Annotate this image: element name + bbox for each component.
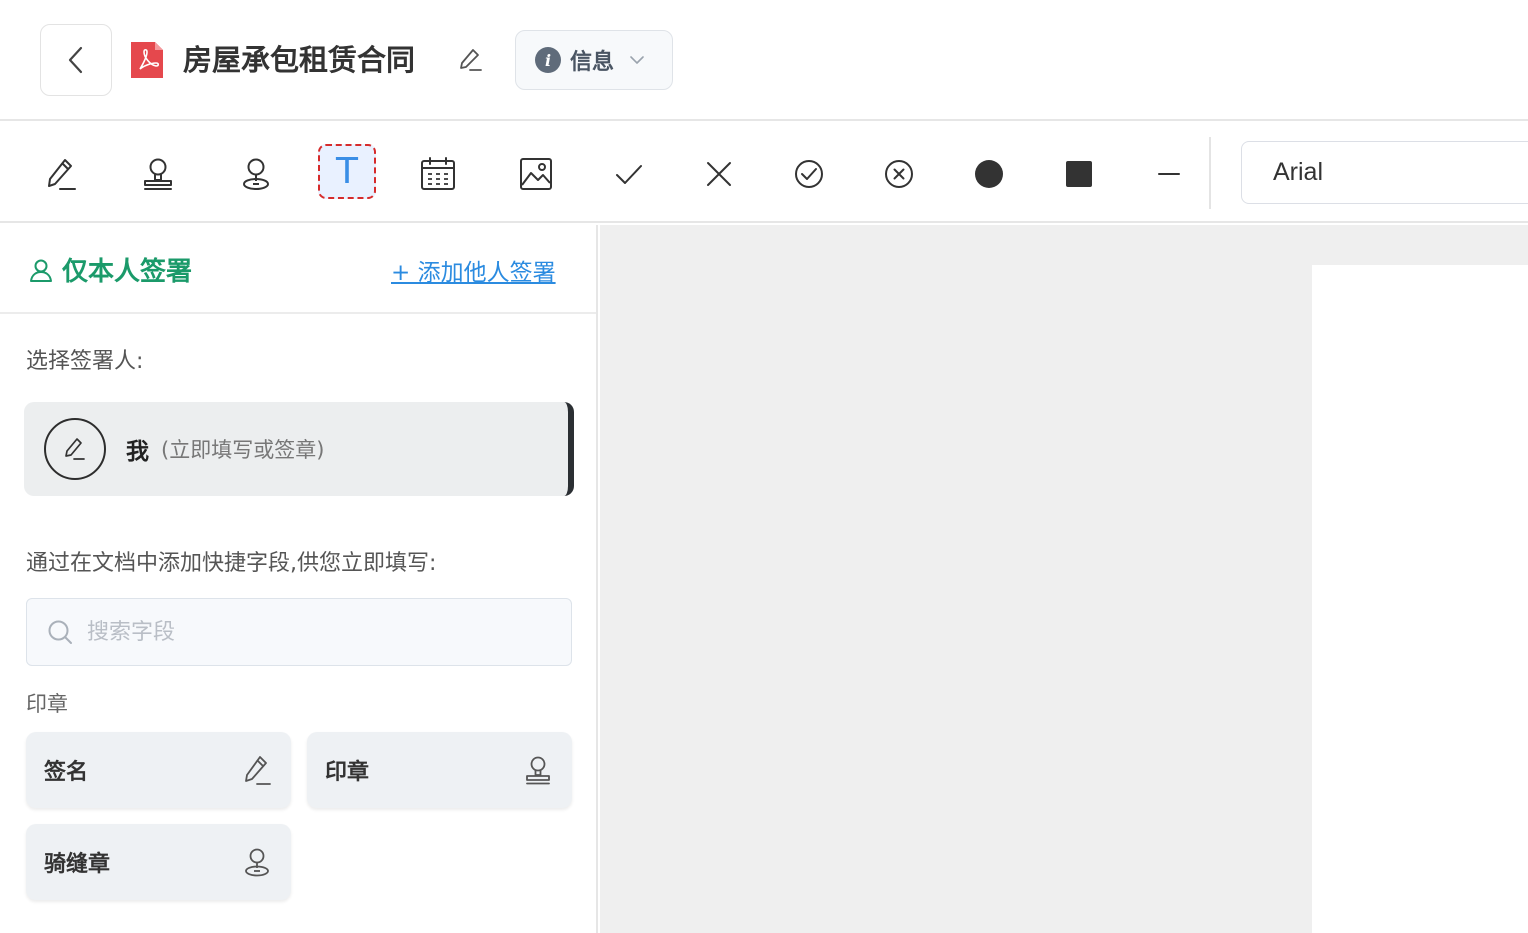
back-button[interactable]: [40, 24, 112, 96]
circle-check-tool[interactable]: [780, 145, 838, 203]
chevron-down-icon: [630, 56, 644, 64]
info-dropdown-button[interactable]: i 信息: [515, 30, 673, 90]
circle-check-icon: [795, 160, 823, 188]
self-sign-tab[interactable]: 仅本人签署: [28, 251, 192, 288]
square-tool[interactable]: [1050, 145, 1108, 203]
self-sign-label: 仅本人签署: [62, 257, 193, 287]
filled-square-icon: [1066, 161, 1092, 187]
line-icon: [1158, 173, 1180, 175]
check-tool[interactable]: [600, 145, 658, 203]
app-header: 房屋承包租赁合同 i 信息: [0, 0, 1528, 121]
seam-stamp-icon: [243, 158, 269, 190]
signature-field-button[interactable]: 签名: [26, 732, 291, 808]
quick-fields-label: 通过在文档中添加快捷字段,供您立即填写:: [26, 551, 437, 576]
font-family-select[interactable]: Arial: [1241, 141, 1528, 204]
document-page[interactable]: [1312, 265, 1528, 933]
document-canvas: [600, 225, 1528, 933]
seam-stamp-field-label: 骑缝章: [44, 852, 111, 877]
pen-icon: [245, 756, 271, 785]
field-toolbar: T Arial: [0, 123, 1528, 223]
seam-stamp-tool[interactable]: [227, 145, 285, 203]
pen-icon: [48, 159, 76, 190]
image-icon: [520, 158, 552, 190]
add-other-signers-link[interactable]: + 添加他人签署: [391, 253, 556, 287]
search-icon: [48, 620, 72, 644]
stamp-section-label: 印章: [26, 692, 68, 716]
line-tool[interactable]: [1140, 145, 1198, 203]
edit-title-icon[interactable]: [456, 46, 484, 74]
select-signer-label: 选择签署人:: [26, 349, 144, 374]
calendar-icon: [421, 157, 455, 190]
signer-card-me[interactable]: 我 (立即填写或签章): [24, 402, 574, 496]
circle-cross-tool[interactable]: [870, 145, 928, 203]
field-search-input[interactable]: [87, 619, 527, 645]
chevron-left-icon: [68, 46, 83, 74]
circle-cross-icon: [885, 160, 913, 188]
stamp-tool[interactable]: [129, 145, 187, 203]
stamp-icon: [144, 158, 172, 190]
text-icon: T: [336, 150, 358, 192]
font-family-value: Arial: [1273, 158, 1324, 186]
toolbar-divider: [1209, 137, 1211, 209]
stamp-field-button[interactable]: 印章: [307, 732, 572, 808]
text-tool[interactable]: T: [318, 144, 376, 199]
pdf-icon: [131, 42, 163, 78]
stamp-field-label: 印章: [325, 760, 370, 785]
check-icon: [616, 165, 642, 184]
seam-stamp-field-button[interactable]: 骑缝章: [26, 824, 291, 900]
info-icon: i: [535, 47, 561, 73]
info-label: 信息: [570, 50, 615, 75]
signer-note: (立即填写或签章): [161, 438, 325, 462]
field-search-box: [26, 598, 572, 666]
signer-avatar: [44, 418, 106, 480]
signer-name: 我: [126, 439, 149, 465]
pen-icon: [65, 438, 85, 460]
signing-mode-header: 仅本人签署 + 添加他人签署: [0, 225, 596, 314]
document-title: 房屋承包租赁合同: [183, 43, 416, 77]
seam-stamp-icon: [245, 848, 269, 877]
date-tool[interactable]: [409, 145, 467, 203]
cross-icon: [707, 162, 731, 186]
stamp-icon: [526, 756, 550, 785]
signing-sidebar: 仅本人签署 + 添加他人签署 选择签署人: 我 (立即填写或签章) 通过在文档中…: [0, 225, 598, 933]
image-tool[interactable]: [507, 145, 565, 203]
dot-tool[interactable]: [960, 145, 1018, 203]
filled-circle-icon: [975, 160, 1003, 188]
signature-tool[interactable]: [32, 145, 90, 203]
cross-tool[interactable]: [690, 145, 748, 203]
user-icon: [30, 259, 52, 282]
signature-field-label: 签名: [44, 760, 89, 785]
